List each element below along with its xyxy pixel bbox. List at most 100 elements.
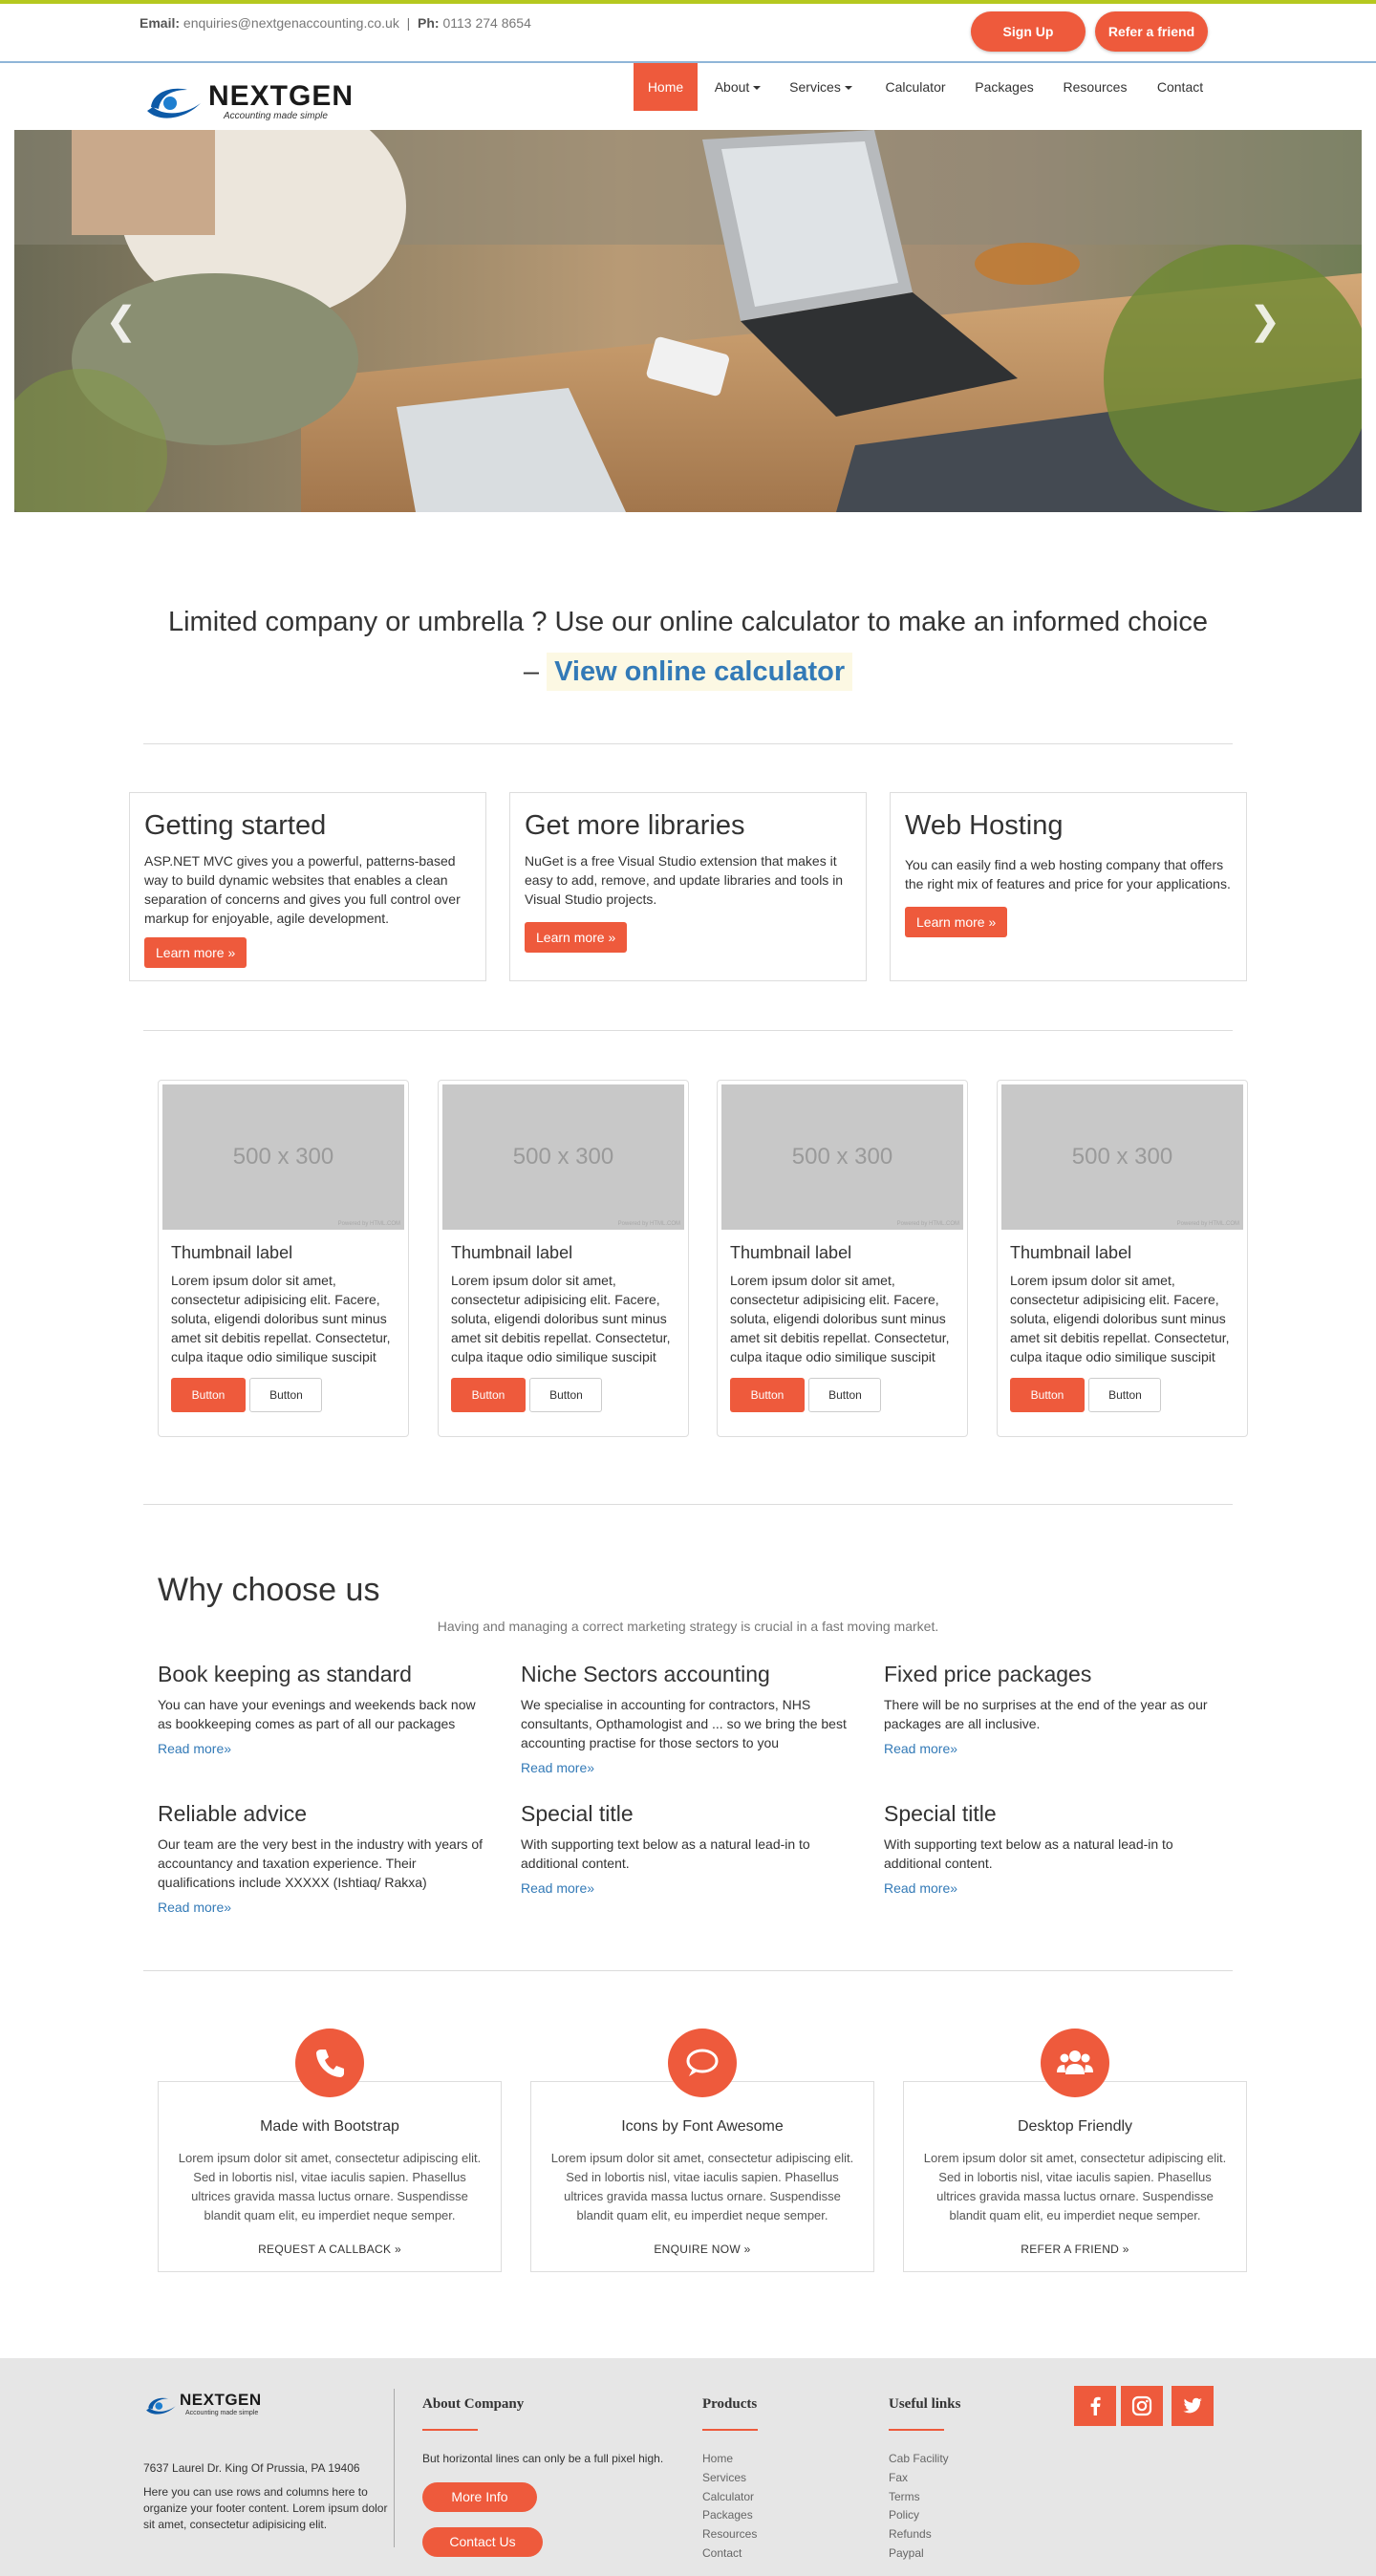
why-item-title: Niche Sectors accounting xyxy=(521,1662,770,1686)
footer-link-paypal[interactable]: Paypal xyxy=(889,2544,949,2564)
footer-link-resources[interactable]: Resources xyxy=(702,2525,757,2544)
thumbnail-text: Lorem ipsum dolor sit amet, consectetur … xyxy=(451,1273,671,1364)
twitter-icon[interactable] xyxy=(1172,2386,1214,2426)
info-card-text: Lorem ipsum dolor sit amet, consectetur … xyxy=(550,2151,854,2222)
nav-calculator[interactable]: Calculator xyxy=(874,63,957,111)
thumbnail-size-label: 500 x 300 xyxy=(791,1144,893,1170)
contact-us-button[interactable]: Contact Us xyxy=(422,2527,543,2557)
carousel-next-icon[interactable]: ❯ xyxy=(1249,302,1281,340)
more-info-button[interactable]: More Info xyxy=(422,2482,537,2512)
phone-number: 0113 274 8654 xyxy=(442,15,531,31)
thumbnail-label: Thumbnail label xyxy=(730,1243,852,1262)
footer-about-text: But horizontal lines can only be a full … xyxy=(422,2452,664,2465)
feature-box: Getting started ASP.NET MVC gives you a … xyxy=(129,792,486,981)
thumbnail-secondary-button[interactable]: Button xyxy=(808,1378,882,1412)
nav-about[interactable]: About xyxy=(705,63,770,111)
info-card-text: Lorem ipsum dolor sit amet, consectetur … xyxy=(923,2151,1227,2222)
nav-packages[interactable]: Packages xyxy=(966,63,1043,111)
footer-link-packages[interactable]: Packages xyxy=(702,2506,757,2525)
refer-friend-link[interactable]: REFER A FRIEND » xyxy=(904,2243,1246,2256)
footer-products-list: Home Services Calculator Packages Resour… xyxy=(702,2450,757,2564)
footer-link-home[interactable]: Home xyxy=(702,2450,757,2469)
thumbnail-primary-button[interactable]: Button xyxy=(730,1378,805,1412)
footer-address: 7637 Laurel Dr. King Of Prussia, PA 1940… xyxy=(143,2461,360,2475)
nav-services[interactable]: Services xyxy=(782,63,860,111)
feature-title: Web Hosting xyxy=(905,810,1064,841)
why-item: Special title With supporting text below… xyxy=(884,1801,1215,1898)
learn-more-button[interactable]: Learn more » xyxy=(144,937,247,968)
thumbnail-label: Thumbnail label xyxy=(451,1243,573,1262)
footer-link-services[interactable]: Services xyxy=(702,2469,757,2488)
instagram-icon[interactable] xyxy=(1121,2386,1163,2426)
footer-link-cab-facility[interactable]: Cab Facility xyxy=(889,2450,949,2469)
thumbnail-primary-button[interactable]: Button xyxy=(1010,1378,1085,1412)
footer-link-fax[interactable]: Fax xyxy=(889,2469,949,2488)
why-item: Niche Sectors accounting We specialise i… xyxy=(521,1662,851,1777)
caret-down-icon xyxy=(844,86,852,91)
heading-underline xyxy=(702,2429,758,2431)
why-item-title: Book keeping as standard xyxy=(158,1662,412,1686)
why-item-text: With supporting text below as a natural … xyxy=(884,1836,1173,1871)
read-more-link[interactable]: Read more» xyxy=(884,1741,957,1756)
info-card: Icons by Font Awesome Lorem ipsum dolor … xyxy=(530,2081,874,2272)
footer-link-calculator[interactable]: Calculator xyxy=(702,2488,757,2507)
nav-resources[interactable]: Resources xyxy=(1054,63,1136,111)
phone-icon xyxy=(295,2029,364,2097)
phone-label: Ph: xyxy=(418,15,440,31)
section-divider xyxy=(143,743,1233,744)
footer-link-terms[interactable]: Terms xyxy=(889,2488,949,2507)
hero-carousel: ❮ ❯ xyxy=(14,130,1362,512)
footer-link-policy[interactable]: Policy xyxy=(889,2506,949,2525)
thumbnail-secondary-button[interactable]: Button xyxy=(249,1378,323,1412)
section-divider xyxy=(143,1030,1233,1031)
logo[interactable]: NEXTGEN Accounting made simple xyxy=(145,80,384,124)
sign-up-button[interactable]: Sign Up xyxy=(971,11,1086,52)
thumbnail-secondary-button[interactable]: Button xyxy=(529,1378,603,1412)
thumbnail-card: 500 x 300 Powered by HTML.COM Thumbnail l… xyxy=(158,1080,409,1437)
why-item-text: Our team are the very best in the indust… xyxy=(158,1836,484,1890)
read-more-link[interactable]: Read more» xyxy=(884,1880,957,1896)
refer-friend-button[interactable]: Refer a friend xyxy=(1095,11,1208,52)
users-icon xyxy=(1041,2029,1109,2097)
cta-text: Limited company or umbrella ? Use our on… xyxy=(167,607,1209,637)
read-more-link[interactable]: Read more» xyxy=(521,1880,594,1896)
facebook-icon[interactable] xyxy=(1074,2386,1116,2426)
speech-bubble-icon xyxy=(668,2029,737,2097)
read-more-link[interactable]: Read more» xyxy=(158,1900,231,1915)
footer-links-title: Useful links xyxy=(889,2396,961,2412)
carousel-prev-icon[interactable]: ❮ xyxy=(105,302,138,340)
nav-contact[interactable]: Contact xyxy=(1147,63,1214,111)
why-title: Why choose us xyxy=(158,1572,380,1608)
footer-link-refunds[interactable]: Refunds xyxy=(889,2525,949,2544)
enquire-now-link[interactable]: ENQUIRE NOW » xyxy=(531,2243,873,2256)
feature-title: Get more libraries xyxy=(525,810,745,841)
thumbnail-secondary-button[interactable]: Button xyxy=(1088,1378,1162,1412)
why-item-text: There will be no surprises at the end of… xyxy=(884,1697,1208,1731)
read-more-link[interactable]: Read more» xyxy=(158,1741,231,1756)
learn-more-button[interactable]: Learn more » xyxy=(905,907,1008,937)
thumbnail-primary-button[interactable]: Button xyxy=(171,1378,246,1412)
info-card: Desktop Friendly Lorem ipsum dolor sit a… xyxy=(903,2081,1247,2272)
footer-link-contact[interactable]: Contact xyxy=(702,2544,757,2564)
info-card-text: Lorem ipsum dolor sit amet, consectetur … xyxy=(178,2151,482,2222)
read-more-link[interactable]: Read more» xyxy=(521,1760,594,1775)
why-item-title: Special title xyxy=(521,1801,634,1826)
learn-more-button[interactable]: Learn more » xyxy=(525,922,628,953)
view-calculator-link[interactable]: View online calculator xyxy=(547,653,853,691)
feature-title: Getting started xyxy=(144,810,327,841)
logo-swoosh-icon xyxy=(146,2397,176,2415)
why-item-title: Fixed price packages xyxy=(884,1662,1092,1686)
request-callback-link[interactable]: REQUEST A CALLBACK » xyxy=(159,2243,501,2256)
thumbnail-size-label: 500 x 300 xyxy=(512,1144,614,1170)
thumbnail-credit: Powered by HTML.COM xyxy=(337,1221,400,1227)
nav-home[interactable]: Home xyxy=(634,63,698,111)
logo-wordmark: NEXTGEN xyxy=(208,80,355,112)
footer-divider xyxy=(394,2389,395,2547)
thumbnail-primary-button[interactable]: Button xyxy=(451,1378,526,1412)
email-link[interactable]: enquiries@nextgenaccounting.co.uk xyxy=(183,15,399,31)
contact-info: Email: enquiries@nextgenaccounting.co.uk… xyxy=(140,15,531,31)
info-card-title: Desktop Friendly xyxy=(1017,2118,1133,2135)
footer-logo[interactable]: NEXTGEN Accounting made simple xyxy=(145,2389,269,2423)
thumbnail-size-label: 500 x 300 xyxy=(1071,1144,1173,1170)
thumbnail-image: 500 x 300 Powered by HTML.COM xyxy=(1001,1084,1243,1230)
